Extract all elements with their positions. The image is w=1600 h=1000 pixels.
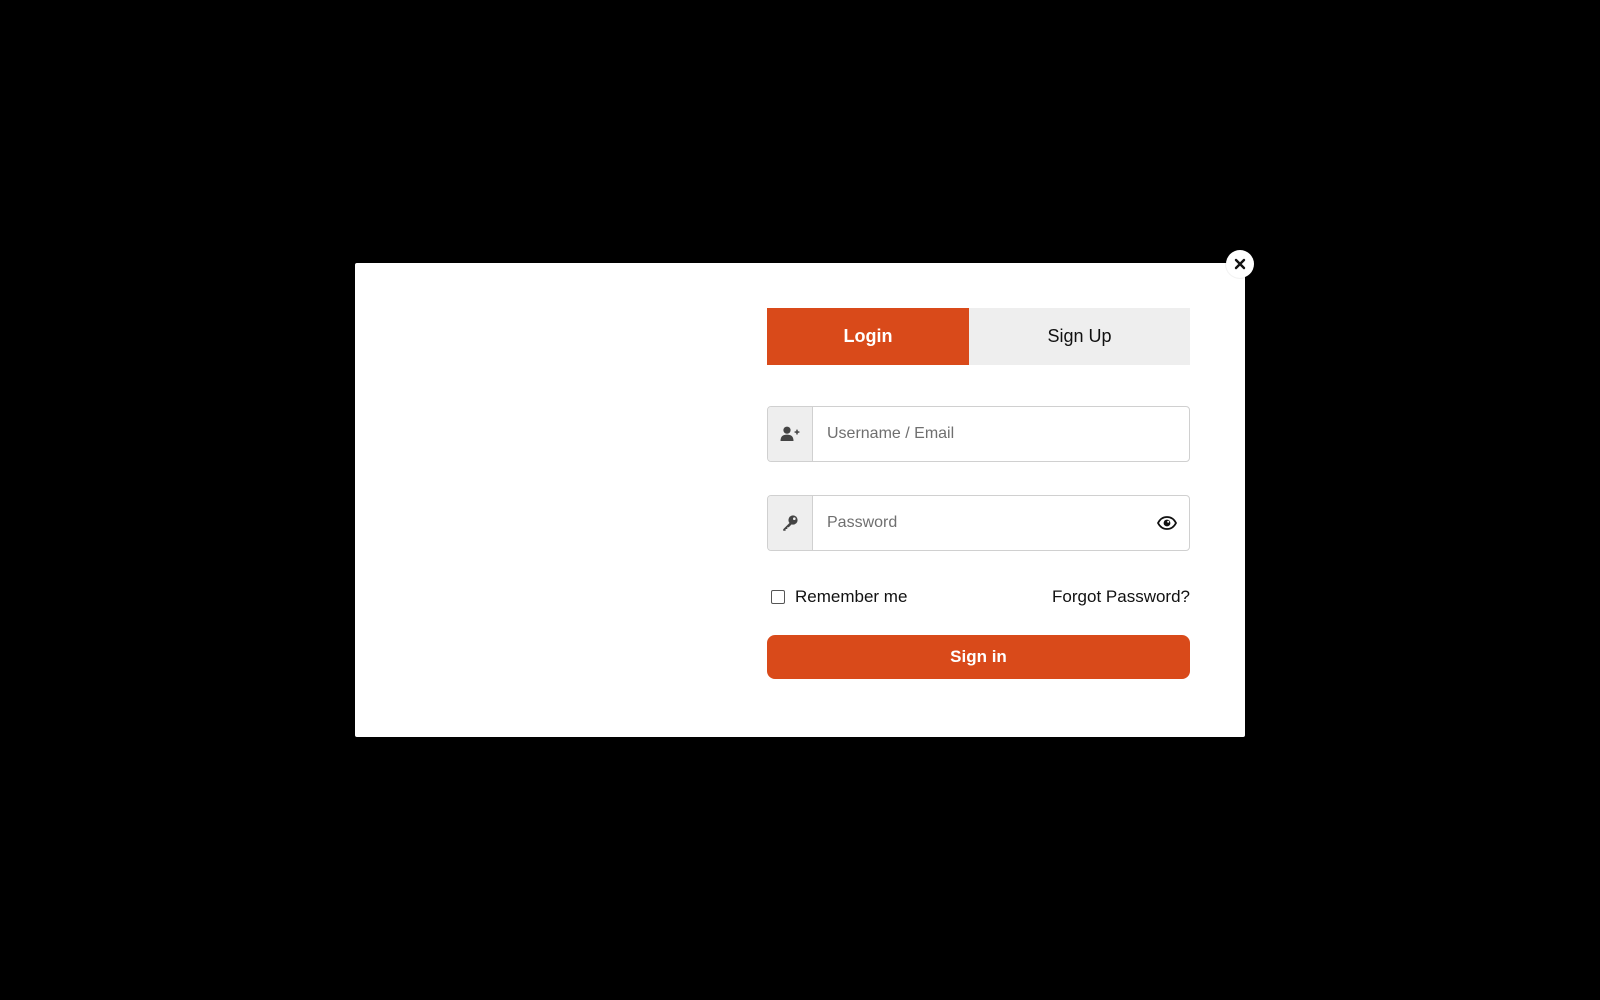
sign-in-button[interactable]: Sign in <box>767 635 1190 679</box>
login-form: Login Sign Up Username / Email Remember … <box>767 308 1190 679</box>
eye-icon[interactable] <box>1145 496 1189 550</box>
remember-me-checkbox[interactable] <box>771 590 785 604</box>
auth-tabs: Login Sign Up <box>767 308 1190 365</box>
key-icon <box>768 496 813 550</box>
username-input[interactable] <box>813 407 1189 461</box>
forgot-password-link[interactable]: Forgot Password? <box>1052 587 1190 607</box>
close-icon <box>1234 258 1246 270</box>
remember-me-label[interactable]: Remember me <box>795 587 907 607</box>
close-button[interactable] <box>1226 250 1254 278</box>
tab-login[interactable]: Login <box>767 308 969 365</box>
password-field <box>767 495 1190 551</box>
tab-sign-up[interactable]: Sign Up <box>969 308 1190 365</box>
login-modal: Login Sign Up Username / Email Remember … <box>355 263 1245 737</box>
password-input[interactable] <box>813 496 1145 550</box>
user-plus-icon <box>768 407 813 461</box>
remember-me: Remember me <box>767 587 907 607</box>
username-field <box>767 406 1190 462</box>
options-row: Remember me Forgot Password? <box>767 587 1190 607</box>
